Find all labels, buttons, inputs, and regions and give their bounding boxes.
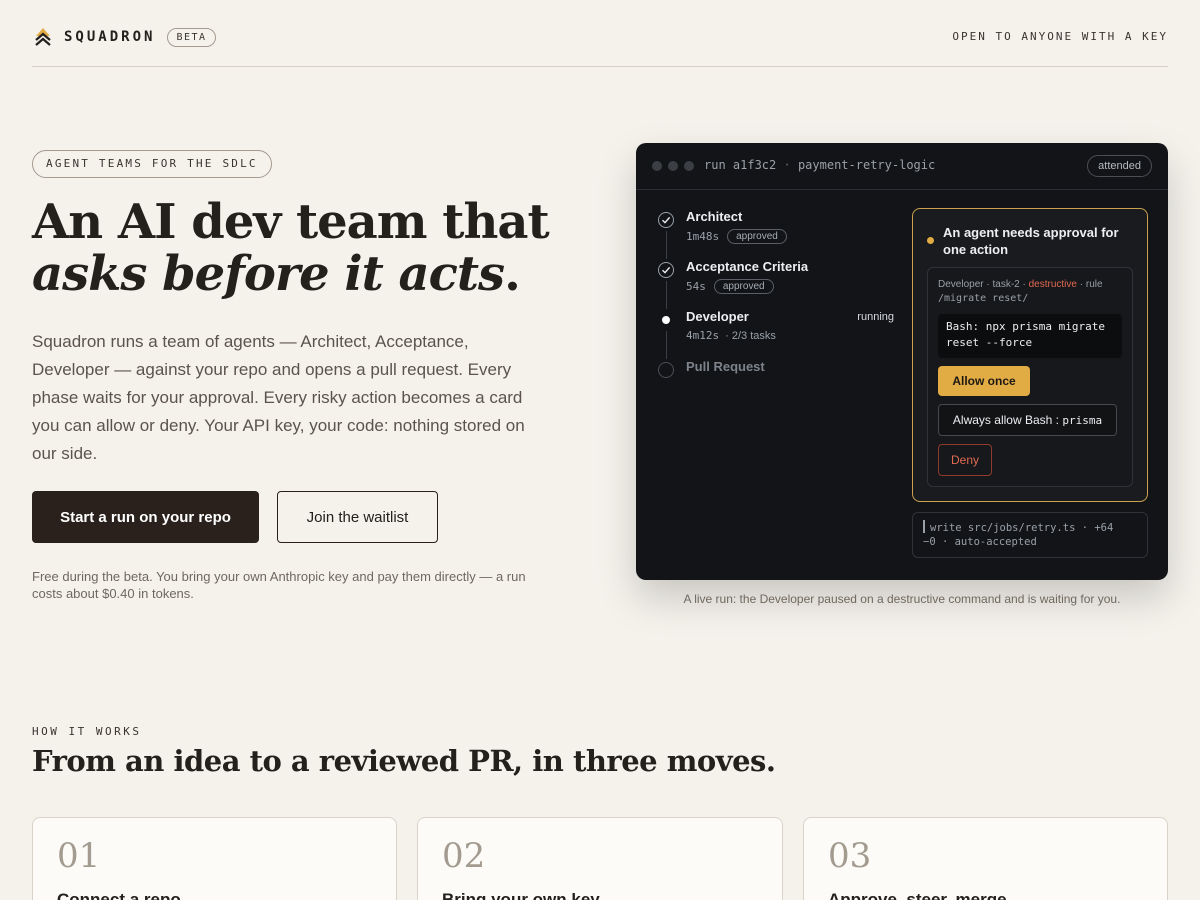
check-icon [658, 262, 674, 278]
hero-title: An AI dev team that asks before it acts. [32, 196, 592, 300]
step-number: 02 [442, 836, 486, 876]
always-allow-separator: : [1055, 413, 1059, 427]
phase-item-pull-request[interactable]: Pull Request [658, 359, 894, 409]
always-allow-pattern: prisma [1062, 414, 1103, 427]
approval-card: An agent needs approval for one action D… [912, 208, 1148, 502]
squadron-logo-icon [35, 28, 51, 46]
check-icon [658, 212, 674, 228]
run-title: run a1f3c2 · payment-retry-logic [704, 158, 935, 172]
command-line: Bash: npx prisma migrate [946, 320, 1105, 333]
run-name: payment-retry-logic [797, 158, 936, 172]
phase-meta: 4m12s · 2/3 tasks [686, 329, 776, 342]
phase-connector [666, 281, 667, 309]
step-card: 03 Approve, steer, merge [803, 817, 1168, 900]
window-dot-icon [652, 161, 662, 171]
phase-meta: 54s approved [686, 279, 774, 294]
phase-duration: 1m48s [686, 230, 720, 243]
phase-item-architect[interactable]: Architect 1m48s approved [658, 209, 894, 259]
step-number: 03 [828, 836, 872, 876]
step-title: Bring your own key [442, 890, 600, 900]
always-allow-button[interactable]: Always allow Bash : prisma [938, 404, 1117, 436]
step-card: 01 Connect a repo [32, 817, 397, 900]
brand-name: SQUADRON [64, 29, 156, 45]
always-allow-label: Always allow Bash [952, 413, 1053, 427]
how-eyebrow: HOW IT WORKS [32, 725, 142, 738]
site-header: SQUADRON BETA OPEN TO ANYONE WITH A KEY [32, 0, 1168, 67]
hero-title-line1: An AI dev team that [32, 194, 550, 250]
phase-name: Developer [686, 309, 749, 324]
allow-once-button[interactable]: Allow once [938, 366, 1030, 396]
approval-task: task-2 [992, 279, 1020, 290]
how-title: From an idea to a reviewed PR, in three … [32, 744, 776, 778]
active-dot-icon [658, 312, 674, 328]
phase-item-developer[interactable]: Developer running 4m12s · 2/3 tasks [658, 309, 894, 359]
hero-lead: Squadron runs a team of agents — Archite… [32, 332, 525, 463]
log-line: −0 · auto-accepted [923, 536, 1037, 548]
command-line: reset --force [946, 336, 1033, 349]
approval-agent: Developer [938, 279, 984, 290]
run-title-separator: · [783, 158, 791, 172]
phase-list: Architect 1m48s approved Acceptance Crit… [658, 209, 894, 409]
approval-title: An agent needs approval for one action [943, 225, 1119, 257]
live-run-panel: run a1f3c2 · payment-retry-logic attende… [636, 143, 1168, 580]
start-run-button[interactable]: Start a run on your repo [32, 491, 259, 543]
phase-connector [666, 231, 667, 259]
log-line: write src/jobs/retry.ts · +64 [930, 522, 1114, 534]
step-title: Approve, steer, merge [828, 890, 1007, 900]
rule-pattern: /migrate reset/ [938, 293, 1029, 304]
step-title: Connect a repo [57, 890, 181, 900]
join-waitlist-button[interactable]: Join the waitlist [277, 491, 438, 543]
approval-context: Developer · task-2 · destructive · rule … [938, 279, 1103, 304]
logo[interactable]: SQUADRON BETA [32, 26, 216, 48]
panel-caption: A live run: the Developer paused on a de… [683, 592, 1121, 606]
command-preview: Bash: npx prisma migrate reset --force [938, 314, 1122, 358]
window-dot-icon [668, 161, 678, 171]
phase-duration: 54s [686, 280, 706, 293]
phase-item-acceptance[interactable]: Acceptance Criteria 54s approved [658, 259, 894, 309]
mode-badge: attended [1087, 155, 1152, 177]
window-dot-icon [684, 161, 694, 171]
hero-title-line2: asks before it acts [32, 246, 505, 302]
hero-title-period: . [504, 246, 521, 302]
rule-label: rule [1085, 279, 1103, 290]
terminal-titlebar: run a1f3c2 · payment-retry-logic attende… [636, 143, 1168, 190]
running-status: running [857, 311, 894, 323]
hero-eyebrow: AGENT TEAMS FOR THE SDLC [32, 150, 272, 178]
approved-badge: approved [713, 279, 774, 294]
header-tagline: OPEN TO ANYONE WITH A KEY [952, 30, 1168, 43]
phase-meta: 1m48s approved [686, 229, 787, 244]
phase-duration: 4m12s [686, 329, 720, 342]
activity-log: write src/jobs/retry.ts · +64 −0 · auto-… [912, 512, 1148, 558]
hero-fineprint: Free during the beta. You bring your own… [32, 569, 526, 601]
phase-tasks: · 2/3 tasks [725, 329, 776, 342]
beta-badge: BETA [167, 27, 216, 47]
cursor-icon [923, 520, 925, 533]
phase-name: Architect [686, 209, 743, 224]
approved-badge: approved [727, 229, 787, 244]
pending-circle-icon [658, 362, 674, 378]
step-card: 02 Bring your own key [417, 817, 783, 900]
phase-name: Acceptance Criteria [686, 259, 809, 274]
risk-label: destructive [1028, 279, 1077, 290]
phase-name: Pull Request [686, 359, 765, 374]
step-number: 01 [57, 836, 101, 876]
alert-dot-icon [927, 237, 934, 244]
phase-connector [666, 331, 667, 359]
run-id: run a1f3c2 [704, 158, 777, 172]
deny-button[interactable]: Deny [938, 444, 992, 476]
approval-request: Developer · task-2 · destructive · rule … [927, 267, 1133, 487]
